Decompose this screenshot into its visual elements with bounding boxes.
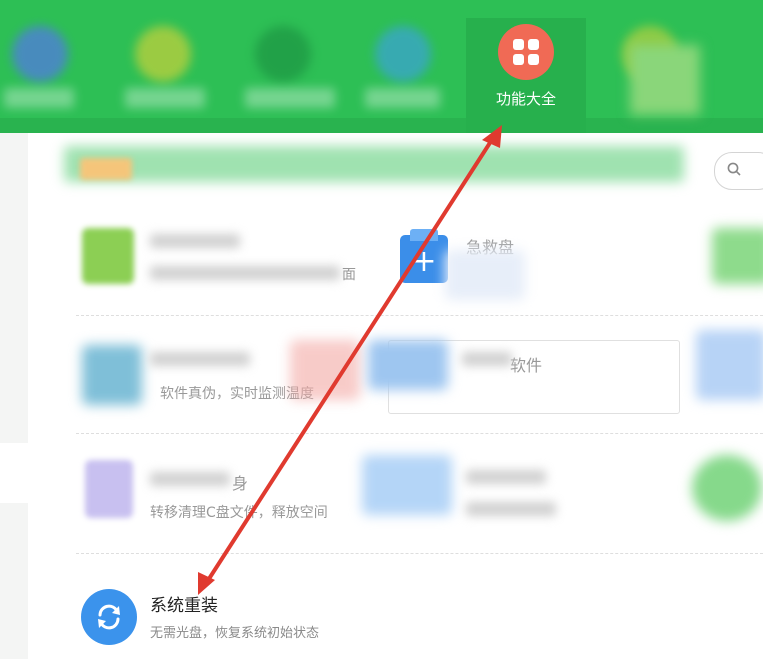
annotation-arrow (198, 125, 502, 595)
